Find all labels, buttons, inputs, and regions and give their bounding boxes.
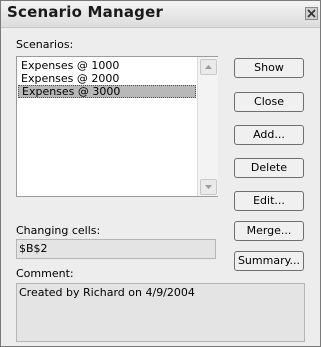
- scroll-down-button[interactable]: [200, 179, 217, 195]
- delete-button[interactable]: Delete: [234, 158, 304, 178]
- close-icon: [307, 9, 316, 18]
- close-window-button[interactable]: [305, 7, 318, 20]
- comment-field: Created by Richard on 4/9/2004: [16, 283, 305, 342]
- window-title: Scenario Manager: [7, 3, 164, 21]
- add-button[interactable]: Add...: [234, 125, 304, 145]
- scroll-up-arrow-icon: [205, 65, 212, 69]
- scroll-down-arrow-icon: [205, 185, 212, 189]
- scenario-item[interactable]: Expenses @ 2000: [18, 72, 196, 85]
- scenario-item[interactable]: Expenses @ 1000: [18, 59, 196, 72]
- changing-cells-field: $B$2: [16, 239, 216, 259]
- scenarios-label: Scenarios:: [16, 38, 74, 51]
- merge-button[interactable]: Merge...: [234, 221, 304, 241]
- edit-button[interactable]: Edit...: [234, 191, 304, 211]
- close-button[interactable]: Close: [234, 92, 304, 112]
- scenario-manager-dialog: Scenario Manager Scenarios: Expenses @ 1…: [0, 0, 321, 347]
- scenarios-scrollbar[interactable]: [197, 57, 218, 196]
- scroll-up-button[interactable]: [200, 59, 217, 75]
- title-bar[interactable]: Scenario Manager: [1, 1, 320, 28]
- comment-label: Comment:: [16, 267, 74, 280]
- show-button[interactable]: Show: [234, 58, 304, 78]
- scenarios-listbox[interactable]: Expenses @ 1000 Expenses @ 2000 Expenses…: [16, 56, 218, 197]
- summary-button[interactable]: Summary...: [234, 251, 304, 271]
- changing-cells-label: Changing cells:: [16, 224, 101, 237]
- scenario-item-selected[interactable]: Expenses @ 3000: [18, 85, 196, 98]
